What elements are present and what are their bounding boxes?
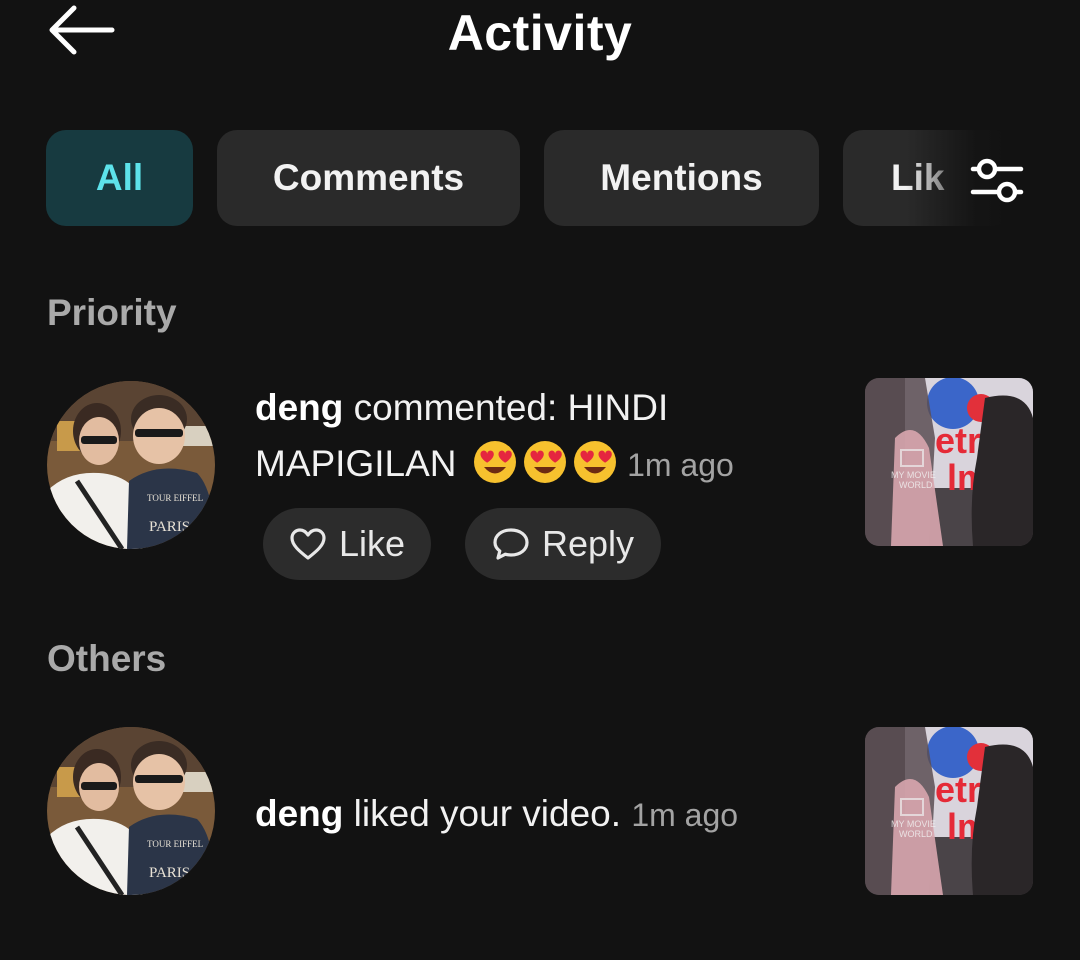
avatar[interactable]: TOUR EIFFEL PARIS <box>47 727 215 895</box>
activity-text: liked your video. <box>353 793 622 834</box>
tab-comments[interactable]: Comments <box>217 130 520 226</box>
page-title: Activity <box>447 5 633 61</box>
svg-text:etr: etr <box>935 420 981 461</box>
svg-text:MY MOVIE: MY MOVIE <box>891 470 936 480</box>
svg-text:WORLD: WORLD <box>899 480 933 490</box>
tab-all[interactable]: All <box>46 130 193 226</box>
like-label: Like <box>338 523 406 564</box>
reply-button[interactable]: Reply <box>465 508 661 580</box>
heart-eyes-emoji-icon <box>523 441 566 483</box>
other-activity-text: deng liked your video. 1m ago <box>255 786 815 843</box>
video-thumbnail-image: etr lm MY MOVIE WORLD <box>865 727 1033 895</box>
sliders-icon <box>970 158 1024 203</box>
heart-eyes-emoji-icon <box>473 441 516 483</box>
username[interactable]: deng <box>255 387 343 428</box>
priority-activity-text: deng commented: HINDI MAPIGILAN 1m ago <box>255 380 755 493</box>
section-heading-others: Others <box>47 638 167 679</box>
avatar-photo: TOUR EIFFEL PARIS <box>47 381 215 549</box>
filter-tabs: All Comments Mentions Lik <box>46 130 1080 228</box>
video-thumbnail[interactable]: etr lm MY MOVIE WORLD <box>865 727 1033 895</box>
video-thumbnail-image: etr lm MY MOVIE WORLD <box>865 378 1033 546</box>
like-button[interactable]: Like <box>263 508 431 580</box>
username[interactable]: deng <box>255 793 343 834</box>
header: Activity <box>0 0 1080 72</box>
heart-eyes-emoji-icon <box>573 441 616 483</box>
reply-label: Reply <box>541 523 635 564</box>
svg-text:PARIS: PARIS <box>149 519 190 535</box>
svg-text:PARIS: PARIS <box>149 865 190 881</box>
svg-text:WORLD: WORLD <box>899 829 933 839</box>
heart-icon <box>290 528 326 560</box>
avatar[interactable]: TOUR EIFFEL PARIS <box>47 381 215 549</box>
comment-bubble-icon <box>493 528 529 560</box>
video-thumbnail[interactable]: etr lm MY MOVIE WORLD <box>865 378 1033 546</box>
section-heading-priority: Priority <box>47 292 177 333</box>
svg-text:TOUR EIFFEL: TOUR EIFFEL <box>147 839 203 849</box>
avatar-photo: TOUR EIFFEL PARIS <box>47 727 215 895</box>
timestamp: 1m ago <box>627 447 734 483</box>
tab-mentions[interactable]: Mentions <box>544 130 819 226</box>
timestamp: 1m ago <box>631 797 739 833</box>
filter-settings-button[interactable] <box>962 150 1032 210</box>
svg-text:MY MOVIE: MY MOVIE <box>891 819 936 829</box>
svg-text:etr: etr <box>935 769 981 810</box>
svg-text:TOUR EIFFEL: TOUR EIFFEL <box>147 493 203 503</box>
